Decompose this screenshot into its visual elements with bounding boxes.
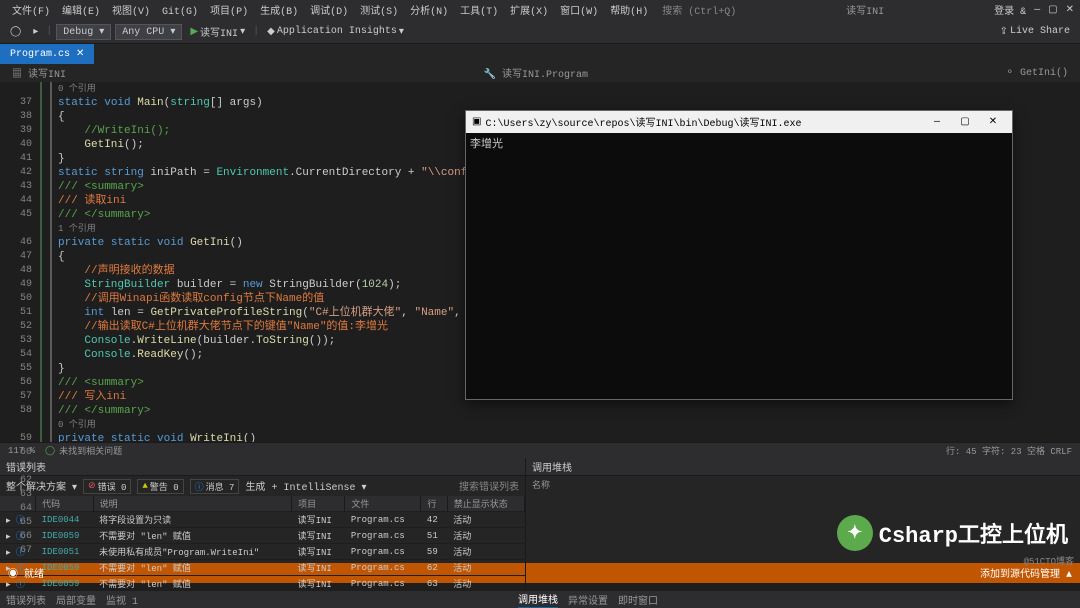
- menu-item[interactable]: 扩展(X): [504, 7, 554, 18]
- menu-item[interactable]: 工具(T): [454, 7, 504, 18]
- editor-margin: [40, 82, 52, 442]
- attribution: @51CTO博客: [1024, 554, 1074, 567]
- login-button[interactable]: 登录 &: [994, 2, 1026, 18]
- line-gutter: 373839404142434445 464748495051525354555…: [0, 82, 40, 442]
- build-dropdown[interactable]: 生成 + IntelliSense ▾: [245, 478, 366, 494]
- tab-bar: Program.cs ✕: [0, 44, 1080, 64]
- menu-item[interactable]: 文件(F): [6, 7, 56, 18]
- menu-item[interactable]: 帮助(H): [604, 7, 654, 18]
- tab-label: Program.cs: [10, 49, 70, 60]
- table-row[interactable]: ▸ ⓘIDE0059不需要对 "len" 赋值读写INIProgram.cs51…: [0, 528, 525, 544]
- console-max-icon[interactable]: ▢: [952, 113, 978, 131]
- menu-item[interactable]: 编辑(E): [56, 7, 106, 18]
- menu-item[interactable]: 生成(B): [254, 7, 304, 18]
- errors-filter[interactable]: ⊘ 错误 0: [83, 479, 131, 494]
- crumb-project[interactable]: ▦ 读写INI: [8, 65, 70, 81]
- config-dropdown[interactable]: Debug ▾: [56, 24, 111, 40]
- menu-item[interactable]: 窗口(W): [554, 7, 604, 18]
- tab-callstack[interactable]: 调用堆栈: [518, 591, 558, 608]
- app-insights-button[interactable]: ◆ Application Insights ▾: [263, 25, 408, 39]
- error-search[interactable]: 搜索错误列表: [459, 478, 519, 494]
- table-row[interactable]: ▸ ⓘIDE0051未使用私有成员"Program.WriteIni"读写INI…: [0, 544, 525, 560]
- tab-watch[interactable]: 监视 1: [106, 592, 138, 608]
- watermark-icon: ✦: [837, 515, 873, 551]
- tab-close-icon[interactable]: ✕: [76, 48, 84, 60]
- crumb-method[interactable]: ⚬ GetIni(): [1002, 67, 1072, 79]
- table-row[interactable]: ▸ ⓘIDE0059不需要对 "len" 赋值读写INIProgram.cs62…: [0, 560, 525, 576]
- nav-back-icon[interactable]: ◯: [6, 25, 25, 39]
- console-min-icon[interactable]: —: [924, 113, 950, 131]
- warnings-filter[interactable]: ▲ 警告 0: [137, 479, 183, 494]
- callstack-title: 调用堆栈: [532, 459, 572, 475]
- nav-fwd-icon[interactable]: ▸: [29, 25, 42, 39]
- menu-item[interactable]: 项目(P): [204, 7, 254, 18]
- tab-error-list[interactable]: 错误列表: [6, 592, 46, 608]
- editor-status: 117 % ◯ 未找到相关问题 行: 45 字符: 23 空格 CRLF: [0, 442, 1080, 458]
- solution-name: 读写INI: [736, 2, 994, 18]
- tab-exceptions[interactable]: 异常设置: [568, 592, 608, 608]
- issue-icon: ◯: [45, 446, 55, 456]
- platform-dropdown[interactable]: Any CPU ▾: [115, 24, 182, 40]
- console-icon: ▣: [472, 116, 481, 128]
- error-list: 错误列表 整个解决方案 ▾ ⊘ 错误 0 ▲ 警告 0 ⓘ 消息 7 生成 + …: [0, 458, 525, 591]
- tab-program[interactable]: Program.cs ✕: [0, 44, 94, 64]
- close-icon[interactable]: ✕: [1066, 4, 1074, 16]
- menu-item[interactable]: 测试(S): [354, 7, 404, 18]
- search-box[interactable]: 搜索 (Ctrl+Q): [662, 2, 736, 18]
- crumb-class[interactable]: 🔧 读写INI.Program: [480, 65, 592, 81]
- toolbar: ◯ ▸ | Debug ▾ Any CPU ▾ ▶ 读写INI ▾ | ◆ Ap…: [0, 20, 1080, 44]
- panel-tabs-left: 错误列表 局部变量 监视 1 调用堆栈 异常设置 即时窗口: [0, 591, 1080, 608]
- source-control-button[interactable]: 添加到源代码管理 ▲: [980, 565, 1072, 581]
- status-ready: ◉ 就绪: [8, 565, 44, 581]
- watermark: ✦ Csharp工控上位机: [837, 515, 1068, 551]
- menu-item[interactable]: 分析(N): [404, 7, 454, 18]
- maximize-icon[interactable]: ▢: [1048, 4, 1057, 16]
- menu-bar: 文件(F)编辑(E)视图(V)Git(G)项目(P)生成(B)调试(D)测试(S…: [0, 0, 1080, 20]
- menu-item[interactable]: 视图(V): [106, 7, 156, 18]
- menu-item[interactable]: 调试(D): [304, 7, 354, 18]
- console-close-icon[interactable]: ✕: [980, 113, 1006, 131]
- console-output[interactable]: 李增光: [466, 133, 1012, 399]
- watermark-text: Csharp工控上位机: [879, 517, 1068, 549]
- issues-text: 未找到相关问题: [59, 444, 122, 457]
- callstack-col: 名称: [532, 478, 1074, 491]
- console-titlebar[interactable]: ▣ C:\Users\zy\source\repos\读写INI\bin\Deb…: [466, 111, 1012, 133]
- tab-immediate[interactable]: 即时窗口: [618, 592, 658, 608]
- caret-position: 行: 45 字符: 23 空格 CRLF: [946, 444, 1072, 457]
- messages-filter[interactable]: ⓘ 消息 7: [190, 479, 240, 494]
- error-table: 代码说明项目文件行禁止显示状态 ▸ ⓘIDE0044将字段设置为只读读写INIP…: [0, 496, 525, 591]
- live-share-button[interactable]: ⇪ Live Share: [996, 25, 1074, 39]
- breadcrumb: ▦ 读写INI 🔧 读写INI.Program ⚬ GetIni(): [0, 64, 1080, 82]
- console-title-text: C:\Users\zy\source\repos\读写INI\bin\Debug…: [485, 114, 801, 130]
- run-button[interactable]: ▶ 读写INI ▾: [186, 23, 249, 41]
- console-window: ▣ C:\Users\zy\source\repos\读写INI\bin\Deb…: [465, 110, 1013, 400]
- menu-item[interactable]: Git(G): [156, 7, 204, 18]
- table-row[interactable]: ▸ ⓘIDE0044将字段设置为只读读写INIProgram.cs42活动: [0, 512, 525, 528]
- tab-locals[interactable]: 局部变量: [56, 592, 96, 608]
- minimize-icon[interactable]: —: [1034, 5, 1040, 16]
